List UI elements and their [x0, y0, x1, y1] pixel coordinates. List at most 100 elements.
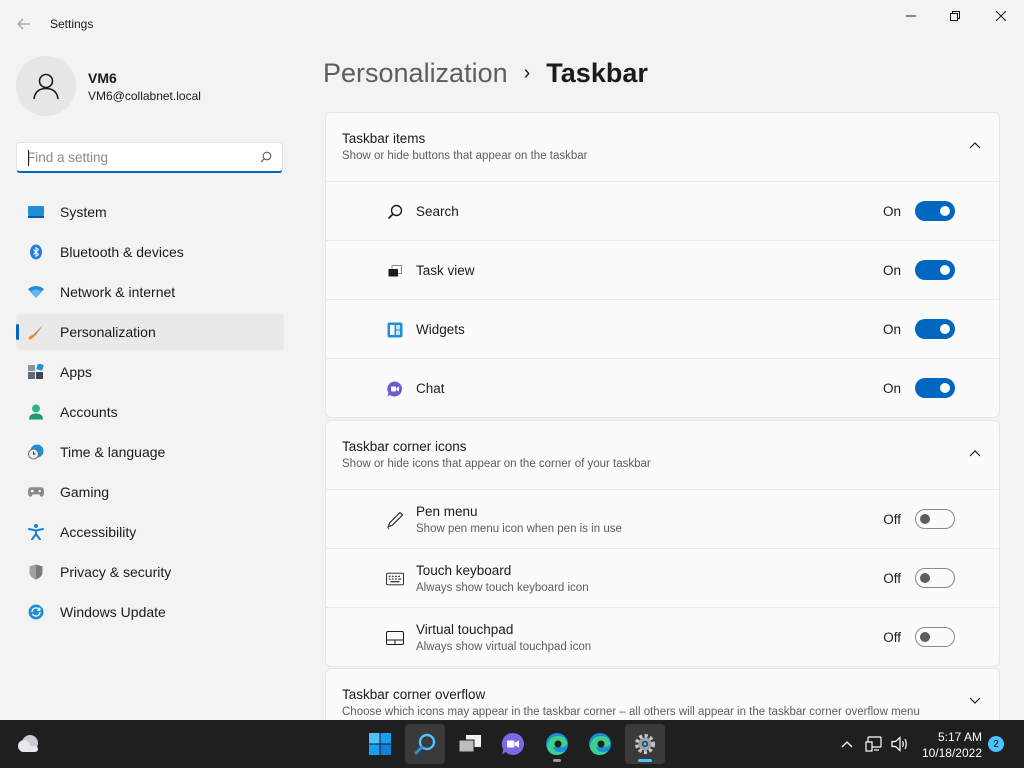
- clock[interactable]: 5:17 AM 10/18/2022: [918, 729, 982, 761]
- chevron-down-icon: [969, 697, 981, 704]
- profile-name: VM6: [88, 69, 117, 86]
- profile-email: VM6@collabnet.local: [88, 88, 201, 103]
- search-icon: [414, 733, 436, 755]
- show-hidden-icons-button[interactable]: [836, 720, 858, 768]
- user-profile[interactable]: VM6 VM6@collabnet.local: [16, 56, 201, 116]
- page-title: Taskbar: [546, 58, 648, 88]
- accessibility-icon: [28, 524, 44, 540]
- setting-row-virtual-touchpad: Virtual touchpad Always show virtual tou…: [326, 607, 999, 666]
- restore-icon: [950, 11, 960, 21]
- clock-time: 5:17 AM: [937, 730, 982, 744]
- accounts-icon: [28, 404, 44, 420]
- taskbar-search-button[interactable]: [405, 724, 445, 764]
- taskbar-chat-button[interactable]: [493, 724, 533, 764]
- setting-row-widgets: Widgets On: [326, 299, 999, 358]
- edge-browser-icon: [589, 733, 611, 755]
- chat-toggle[interactable]: [915, 378, 955, 398]
- volume-icon: [891, 736, 907, 752]
- taskbar-items-card: Taskbar items Show or hide buttons that …: [325, 112, 1000, 418]
- widgets-toggle[interactable]: [915, 319, 955, 339]
- back-arrow-icon: [17, 18, 30, 30]
- sidebar-item-gaming[interactable]: Gaming: [16, 474, 284, 510]
- corner-icons-card: Taskbar corner icons Show or hide icons …: [325, 420, 1000, 667]
- search-input[interactable]: [27, 149, 260, 165]
- notification-badge[interactable]: 2: [988, 736, 1004, 752]
- touchpad-icon: [386, 629, 404, 647]
- sidebar-item-personalization[interactable]: Personalization: [16, 314, 284, 350]
- app-title: Settings: [50, 17, 94, 31]
- taskbar-items-header[interactable]: Taskbar items Show or hide buttons that …: [326, 113, 999, 181]
- restore-button[interactable]: [932, 0, 978, 32]
- running-indicator: [553, 759, 561, 762]
- task-view-icon: [458, 735, 481, 753]
- corner-icons-header[interactable]: Taskbar corner icons Show or hide icons …: [326, 421, 999, 489]
- system-icon: [28, 204, 44, 220]
- breadcrumb-separator: ›: [523, 62, 531, 84]
- sidebar-item-time-language[interactable]: Time & language: [16, 434, 284, 470]
- setting-row-touch-keyboard: Touch keyboard Always show touch keyboar…: [326, 548, 999, 607]
- minimize-icon: [906, 15, 916, 17]
- section-subtitle: Choose which icons may appear in the tas…: [342, 706, 920, 718]
- sidebar-item-windows-update[interactable]: Windows Update: [16, 594, 284, 630]
- touch-keyboard-toggle[interactable]: [915, 568, 955, 588]
- back-button[interactable]: [12, 12, 36, 36]
- avatar: [16, 56, 76, 116]
- chat-icon: [386, 380, 404, 398]
- toggle-state: Off: [883, 630, 901, 645]
- section-title: Taskbar corner overflow: [342, 687, 486, 702]
- section-title: Taskbar items: [342, 131, 426, 146]
- toggle-state: On: [882, 381, 901, 396]
- gear-icon: [635, 734, 655, 754]
- taskbar-edge-button[interactable]: [537, 724, 577, 764]
- keyboard-icon: [386, 570, 404, 588]
- toggle-state: Off: [883, 571, 901, 586]
- section-subtitle: Show or hide buttons that appear on the …: [342, 150, 588, 162]
- section-subtitle: Show or hide icons that appear on the co…: [342, 458, 651, 470]
- search-box[interactable]: [16, 142, 283, 173]
- taskbar-task-view-button[interactable]: [450, 724, 490, 764]
- edge-browser-icon: [546, 733, 568, 755]
- setting-row-pen-menu: Pen menu Show pen menu icon when pen is …: [326, 489, 999, 548]
- pen-icon: [386, 511, 404, 529]
- shield-icon: [28, 564, 44, 580]
- network-tray-button[interactable]: [862, 720, 886, 768]
- sidebar-item-apps[interactable]: Apps: [16, 354, 284, 390]
- network-icon: [865, 736, 882, 752]
- toggle-state: On: [882, 322, 901, 337]
- minimize-button[interactable]: [888, 0, 934, 32]
- sidebar-item-accounts[interactable]: Accounts: [16, 394, 284, 430]
- volume-tray-button[interactable]: [888, 720, 912, 768]
- clock-date: 10/18/2022: [921, 746, 982, 760]
- sidebar-nav: System Bluetooth & devices Network & int…: [16, 194, 284, 634]
- task-view-toggle[interactable]: [915, 260, 955, 280]
- setting-row-chat: Chat On: [326, 358, 999, 417]
- sidebar-item-accessibility[interactable]: Accessibility: [16, 514, 284, 550]
- sidebar-item-network[interactable]: Network & internet: [16, 274, 284, 310]
- toggle-state: On: [882, 263, 901, 278]
- breadcrumb: Personalization › Taskbar: [323, 58, 648, 89]
- search-icon: [386, 203, 404, 221]
- close-button[interactable]: [978, 0, 1024, 32]
- taskbar: 5:17 AM 10/18/2022: [0, 720, 1024, 768]
- toggle-state: On: [882, 204, 901, 219]
- pen-menu-toggle[interactable]: [915, 509, 955, 529]
- corner-overflow-card: Taskbar corner overflow Choose which ico…: [325, 668, 1000, 728]
- sidebar-item-system[interactable]: System: [16, 194, 284, 230]
- sidebar-item-bluetooth[interactable]: Bluetooth & devices: [16, 234, 284, 270]
- search-toggle[interactable]: [915, 201, 955, 221]
- taskbar-settings-button[interactable]: [625, 724, 665, 764]
- wifi-icon: [28, 284, 44, 300]
- close-icon: [996, 11, 1006, 21]
- windows-logo-icon: [369, 733, 391, 755]
- chevron-up-icon: [841, 741, 853, 748]
- title-bar: Settings: [0, 0, 1024, 48]
- chat-icon: [501, 732, 525, 755]
- weather-icon: [18, 735, 38, 752]
- sidebar-item-privacy[interactable]: Privacy & security: [16, 554, 284, 590]
- breadcrumb-parent[interactable]: Personalization: [323, 58, 508, 89]
- virtual-touchpad-toggle[interactable]: [915, 627, 955, 647]
- start-button[interactable]: [360, 724, 400, 764]
- setting-row-search: Search On: [326, 181, 999, 240]
- weather-widget-button[interactable]: [8, 724, 48, 764]
- taskbar-edge-button-2[interactable]: [580, 724, 620, 764]
